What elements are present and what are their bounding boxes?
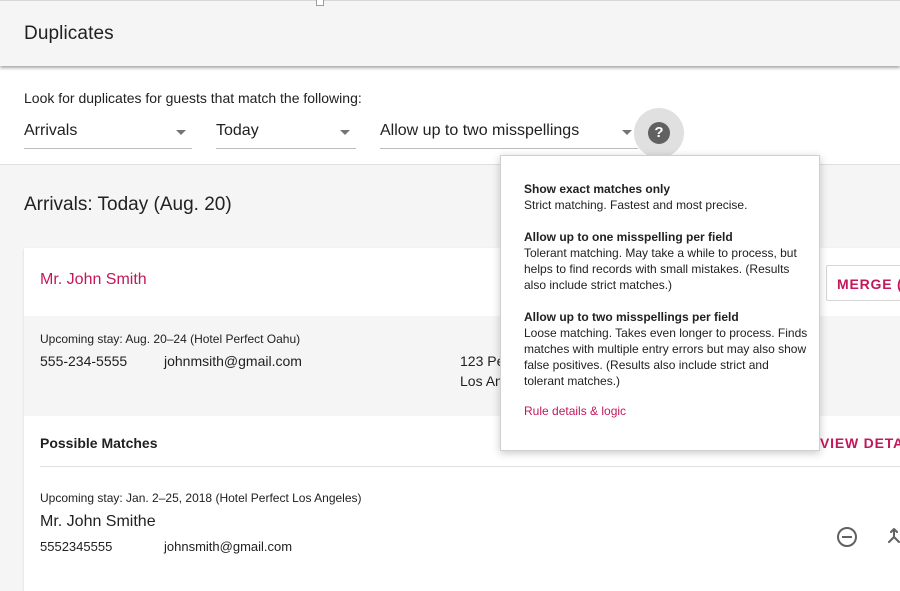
- option-exact: Show exact matches only Strict matching.…: [524, 181, 809, 213]
- match-upcoming-stay: Upcoming stay: Jan. 2–25, 2018 (Hotel Pe…: [40, 491, 362, 505]
- option-one-description: Tolerant matching. May take a while to p…: [524, 246, 797, 292]
- divider: [40, 466, 900, 467]
- remove-circle-icon[interactable]: [837, 527, 857, 547]
- guest-name-link[interactable]: Mr. John Smith: [40, 271, 147, 289]
- resize-handle-icon[interactable]: [316, 0, 324, 6]
- option-exact-description: Strict matching. Fastest and most precis…: [524, 198, 748, 212]
- filter-panel: Look for duplicates for guests that matc…: [0, 66, 900, 165]
- guest-type-value: Arrivals: [24, 122, 78, 139]
- guest-address-line2: Los An: [460, 373, 503, 389]
- match-phone: 5552345555: [40, 539, 113, 554]
- option-one-misspelling: Allow up to one misspelling per field To…: [524, 229, 809, 293]
- merge-button[interactable]: MERGE (2: [826, 265, 900, 301]
- app-header: Duplicates: [0, 0, 900, 66]
- merge-icon[interactable]: [886, 527, 900, 547]
- option-exact-title: Show exact matches only: [524, 182, 671, 196]
- upcoming-stay: Upcoming stay: Aug. 20–24 (Hotel Perfect…: [40, 332, 301, 346]
- rule-details-link[interactable]: Rule details & logic: [524, 404, 626, 418]
- match-email: johnsmith@gmail.com: [164, 539, 293, 554]
- help-button[interactable]: ?: [634, 108, 684, 158]
- section-title: Arrivals: Today (Aug. 20): [24, 194, 232, 215]
- help-icon: ?: [648, 122, 670, 144]
- date-select[interactable]: Today: [216, 121, 356, 149]
- option-two-title: Allow up to two misspellings per field: [524, 310, 739, 324]
- view-details-button[interactable]: VIEW DETAI: [820, 435, 900, 451]
- guest-address-line1: 123 Pe: [460, 353, 505, 369]
- possible-matches-title: Possible Matches: [40, 435, 158, 451]
- option-two-misspellings: Allow up to two misspellings per field L…: [524, 309, 809, 389]
- filter-description: Look for duplicates for guests that matc…: [24, 90, 362, 106]
- dropdown-arrow-icon: [622, 130, 632, 135]
- dropdown-arrow-icon: [340, 130, 350, 135]
- guest-type-select[interactable]: Arrivals: [24, 121, 192, 149]
- dropdown-arrow-icon: [176, 130, 186, 135]
- page-title: Duplicates: [24, 23, 114, 44]
- match-rules-popover: Show exact matches only Strict matching.…: [500, 155, 820, 451]
- date-value: Today: [216, 122, 259, 139]
- guest-email: johnmsith@gmail.com: [164, 353, 302, 369]
- option-two-description: Loose matching. Takes even longer to pro…: [524, 326, 808, 388]
- misspelling-tolerance-select[interactable]: Allow up to two misspellings: [380, 121, 638, 149]
- option-one-title: Allow up to one misspelling per field: [524, 230, 733, 244]
- match-name: Mr. John Smithe: [40, 513, 156, 530]
- tolerance-value: Allow up to two misspellings: [380, 122, 580, 139]
- guest-phone: 555-234-5555: [40, 353, 128, 369]
